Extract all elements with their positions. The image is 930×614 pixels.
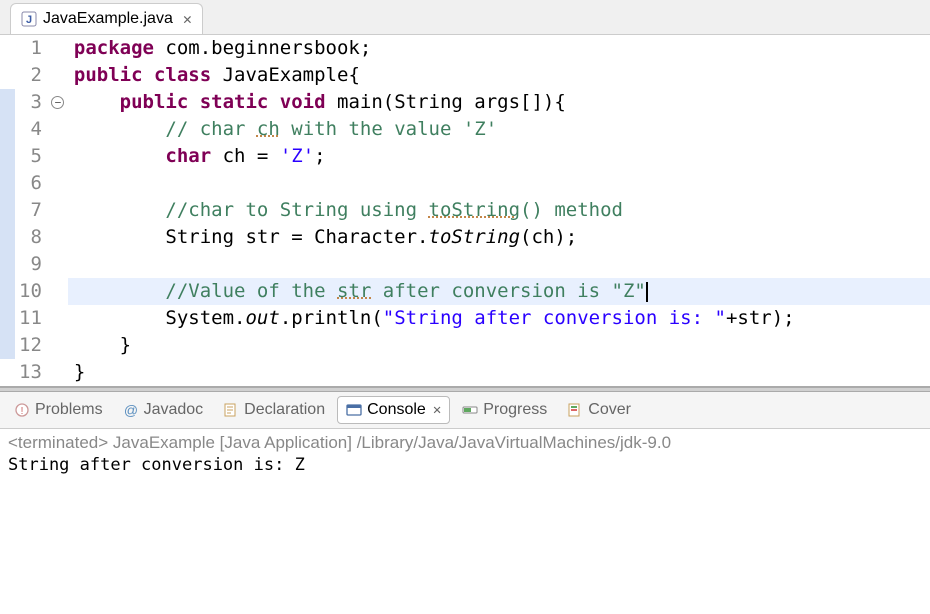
gutter: 12345678910111213 −	[0, 35, 68, 386]
tab-label: Progress	[483, 401, 547, 419]
coverage-icon	[567, 402, 583, 418]
fold-column: −	[48, 35, 68, 386]
annotation-cell	[48, 359, 68, 386]
line-number: 4	[19, 116, 42, 143]
marker-cell	[0, 305, 15, 332]
code-line[interactable]: //char to String using toString() method	[68, 197, 930, 224]
at-icon: @	[123, 402, 139, 418]
code-line[interactable]: String str = Character.toString(ch);	[68, 224, 930, 251]
code-line[interactable]: public class JavaExample{	[68, 62, 930, 89]
marker-cell	[0, 143, 15, 170]
tab-javadoc[interactable]: @ Javadoc	[115, 397, 212, 423]
code-line[interactable]: }	[68, 359, 930, 386]
declaration-icon	[223, 402, 239, 418]
line-number: 1	[19, 35, 42, 62]
code-line[interactable]: // char ch with the value 'Z'	[68, 116, 930, 143]
marker-cell	[0, 89, 15, 116]
text-cursor	[646, 282, 648, 302]
line-number: 10	[19, 278, 42, 305]
tab-label: Declaration	[244, 401, 325, 419]
code-line[interactable]: public static void main(String args[]){	[68, 89, 930, 116]
tab-progress[interactable]: Progress	[454, 397, 555, 423]
code-line[interactable]: char ch = 'Z';	[68, 143, 930, 170]
annotation-cell	[48, 116, 68, 143]
line-number: 9	[19, 251, 42, 278]
marker-cell	[0, 359, 15, 386]
console-view[interactable]: <terminated> JavaExample [Java Applicati…	[0, 429, 930, 479]
annotation-cell	[48, 224, 68, 251]
annotation-cell	[48, 62, 68, 89]
tab-declaration[interactable]: Declaration	[215, 397, 333, 423]
terminated-label: <terminated>	[8, 433, 108, 452]
svg-text:!: !	[21, 406, 24, 417]
annotation-cell	[48, 170, 68, 197]
code-line[interactable]	[68, 251, 930, 278]
line-number: 13	[19, 359, 42, 386]
marker-cell	[0, 170, 15, 197]
tab-problems[interactable]: ! Problems	[6, 397, 111, 423]
tab-label: Cover	[588, 401, 631, 419]
editor-tab-javaexample[interactable]: J JavaExample.java ✕	[10, 3, 203, 34]
tab-console[interactable]: Console ✕	[337, 396, 450, 424]
code-line[interactable]: System.out.println("String after convers…	[68, 305, 930, 332]
console-icon	[346, 402, 362, 418]
editor-tab-bar: J JavaExample.java ✕	[0, 0, 930, 35]
code-editor[interactable]: 12345678910111213 − package com.beginner…	[0, 35, 930, 386]
marker-cell	[0, 35, 15, 62]
tab-label: Javadoc	[144, 401, 204, 419]
line-number: 12	[19, 332, 42, 359]
marker-cell	[0, 197, 15, 224]
editor-tab-label: JavaExample.java	[43, 10, 173, 28]
warning-icon: !	[14, 402, 30, 418]
line-numbers: 12345678910111213	[15, 35, 48, 386]
line-number: 11	[19, 305, 42, 332]
marker-cell	[0, 251, 15, 278]
console-terminated-line: <terminated> JavaExample [Java Applicati…	[8, 433, 922, 453]
marker-cell	[0, 62, 15, 89]
annotation-cell	[48, 143, 68, 170]
code-line[interactable]: package com.beginnersbook;	[68, 35, 930, 62]
annotation-cell: −	[48, 89, 68, 116]
code-line[interactable]	[68, 170, 930, 197]
annotation-cell	[48, 305, 68, 332]
line-number: 8	[19, 224, 42, 251]
code-content[interactable]: package com.beginnersbook;public class J…	[68, 35, 930, 386]
editor-area: J JavaExample.java ✕ 12345678910111213 −…	[0, 0, 930, 386]
close-icon[interactable]: ✕	[179, 10, 192, 28]
svg-text:J: J	[26, 14, 32, 26]
code-line[interactable]: //Value of the str after conversion is "…	[68, 278, 930, 305]
annotation-cell	[48, 251, 68, 278]
terminated-info: JavaExample [Java Application] /Library/…	[108, 433, 671, 452]
java-file-icon: J	[21, 11, 37, 27]
console-output: String after conversion is: Z	[8, 455, 922, 475]
line-number: 3	[19, 89, 42, 116]
annotation-cell	[48, 332, 68, 359]
annotation-cell	[48, 197, 68, 224]
tab-label: Console	[367, 401, 426, 419]
bottom-tab-bar: ! Problems @ Javadoc Declaration Console…	[0, 392, 930, 429]
fold-toggle-icon[interactable]: −	[51, 96, 64, 109]
tab-label: Problems	[35, 401, 103, 419]
marker-cell	[0, 224, 15, 251]
close-icon[interactable]: ✕	[431, 402, 441, 418]
annotation-cell	[48, 278, 68, 305]
line-number: 5	[19, 143, 42, 170]
progress-icon	[462, 402, 478, 418]
marker-cell	[0, 332, 15, 359]
code-line[interactable]: }	[68, 332, 930, 359]
marker-cell	[0, 278, 15, 305]
line-number: 7	[19, 197, 42, 224]
tab-coverage[interactable]: Cover	[559, 397, 639, 423]
marker-bar	[0, 35, 15, 386]
marker-cell	[0, 116, 15, 143]
line-number: 6	[19, 170, 42, 197]
svg-text:@: @	[123, 402, 137, 418]
annotation-cell	[48, 35, 68, 62]
line-number: 2	[19, 62, 42, 89]
